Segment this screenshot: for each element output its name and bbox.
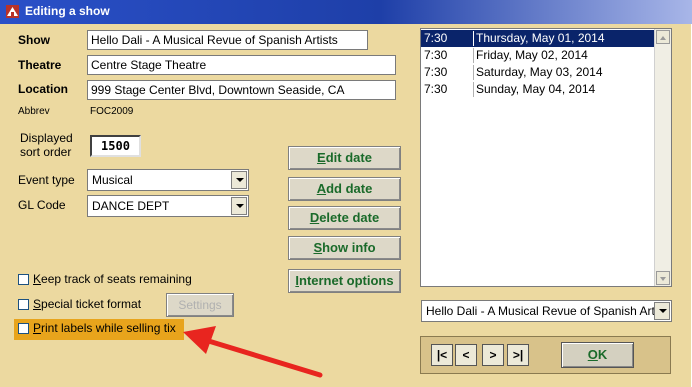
chevron-down-icon: [659, 309, 667, 313]
title-bar: Editing a show: [0, 0, 692, 24]
show-name-field[interactable]: Hello Dali - A Musical Revue of Spanish …: [87, 30, 368, 50]
performance-dates-list[interactable]: 7:30 Thursday, May 01, 2014 7:30 Friday, M…: [420, 28, 672, 287]
show-selector-value: Hello Dali - A Musical Revue of Spanish …: [426, 304, 656, 318]
theatre-field[interactable]: Centre Stage Theatre: [87, 55, 396, 75]
theatre-label: Theatre: [18, 58, 62, 72]
date-row[interactable]: 7:30 Sunday, May 04, 2014: [421, 81, 654, 98]
special-ticket-label: Special ticket format: [33, 297, 142, 311]
print-labels-label: Print labels while selling tix: [33, 321, 176, 335]
location-label: Location: [18, 82, 68, 96]
scroll-down-button[interactable]: [656, 271, 670, 285]
chevron-down-icon: [236, 204, 244, 208]
annotation-arrow-icon: [183, 326, 323, 378]
special-ticket-checkbox[interactable]: [18, 299, 29, 310]
gl-code-select[interactable]: DANCE DEPT: [87, 195, 249, 217]
event-type-select[interactable]: Musical: [87, 169, 249, 191]
show-info-button[interactable]: Show info: [288, 236, 401, 260]
sort-order-label-line1: Displayed: [20, 131, 73, 145]
date-row[interactable]: 7:30 Thursday, May 01, 2014: [421, 30, 654, 47]
gl-code-value: DANCE DEPT: [92, 199, 170, 213]
previous-record-button[interactable]: <: [455, 344, 477, 366]
chevron-down-icon: [660, 277, 666, 281]
event-type-dropdown-button[interactable]: [231, 171, 247, 189]
editing-show-window: Editing a show Show Hello Dali - A Music…: [0, 0, 692, 387]
keep-track-label: Keep track of seats remaining: [33, 272, 192, 286]
settings-button[interactable]: Settings: [166, 293, 234, 317]
sort-order-label-line2: sort order: [20, 145, 72, 159]
gl-code-dropdown-button[interactable]: [231, 197, 247, 215]
delete-date-button[interactable]: Delete date: [288, 206, 401, 230]
chevron-up-icon: [660, 36, 666, 40]
edit-date-button[interactable]: Edit date: [288, 146, 401, 170]
keep-track-checkbox[interactable]: [18, 274, 29, 285]
show-selector-dropdown-button[interactable]: [654, 302, 670, 320]
gl-code-label: GL Code: [18, 198, 66, 212]
scroll-up-button[interactable]: [656, 30, 670, 44]
last-record-button[interactable]: >|: [507, 344, 529, 366]
print-labels-checkbox[interactable]: [18, 323, 29, 334]
show-selector[interactable]: Hello Dali - A Musical Revue of Spanish …: [421, 300, 672, 322]
abbrev-label: Abbrev: [18, 106, 50, 117]
next-record-button[interactable]: >: [482, 344, 504, 366]
first-record-button[interactable]: |<: [431, 344, 453, 366]
window-title: Editing a show: [25, 4, 110, 18]
add-date-button[interactable]: Add date: [288, 177, 401, 201]
location-field[interactable]: 999 Stage Center Blvd, Downtown Seaside,…: [87, 80, 396, 100]
dates-scrollbar[interactable]: [654, 29, 671, 286]
event-type-label: Event type: [18, 173, 75, 187]
date-row[interactable]: 7:30 Friday, May 02, 2014: [421, 47, 654, 64]
show-label: Show: [18, 33, 50, 47]
app-icon: [6, 5, 19, 18]
record-navigation: |< < > >| OK: [420, 336, 671, 374]
date-row[interactable]: 7:30 Saturday, May 03, 2014: [421, 64, 654, 81]
sort-order-field[interactable]: 1500: [90, 135, 141, 157]
internet-options-button[interactable]: Internet options: [288, 269, 401, 293]
event-type-value: Musical: [92, 173, 133, 187]
abbrev-value: FOC2009: [90, 106, 134, 117]
ok-button[interactable]: OK: [561, 342, 634, 368]
chevron-down-icon: [236, 178, 244, 182]
